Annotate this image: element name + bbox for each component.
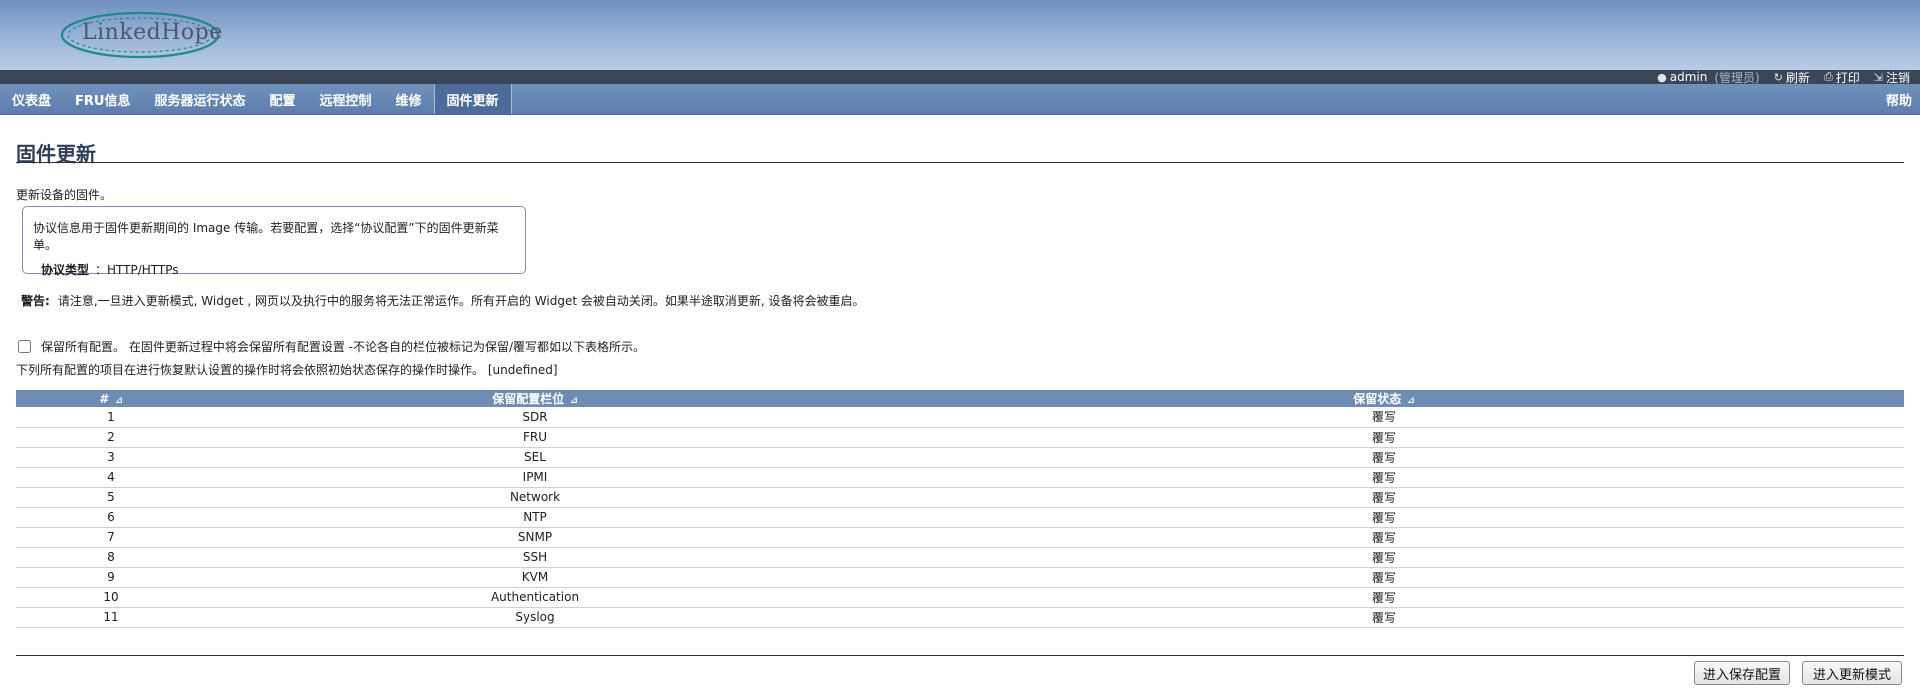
protocol-type-value: ：HTTP/HTTPs xyxy=(95,263,179,277)
col-field-label: 保留配置栏位 xyxy=(492,392,565,406)
logout-label: 注销 xyxy=(1885,70,1910,85)
row-status: 覆写 xyxy=(864,567,1904,588)
row-field: Network xyxy=(206,487,864,508)
logout-link[interactable]: ⇲ 注销 xyxy=(1874,69,1910,86)
row-field: KVM xyxy=(206,567,864,588)
table-row[interactable]: 5 Network 覆写 xyxy=(16,487,1904,508)
row-field: Syslog xyxy=(206,607,864,628)
protocol-type-label: 协议类型 xyxy=(41,263,90,277)
row-status: 覆写 xyxy=(864,547,1904,568)
row-number: 2 xyxy=(16,427,206,448)
row-number: 8 xyxy=(16,547,206,568)
enter-update-mode-button[interactable]: 进入更新模式 xyxy=(1802,661,1902,685)
bottom-divider xyxy=(16,655,1904,656)
table-row[interactable]: 1 SDR 覆写 xyxy=(16,407,1904,428)
tab-configuration[interactable]: 配置 xyxy=(257,84,307,114)
warning-text: 请注意,一旦进入更新模式, Widget , 网页以及执行中的服务将无法正常运作… xyxy=(57,294,865,308)
logo-text: LinkedHope xyxy=(82,20,223,45)
row-field: FRU xyxy=(206,427,864,448)
table-row[interactable]: 6 NTP 覆写 xyxy=(16,507,1904,528)
row-number: 6 xyxy=(16,507,206,528)
row-status: 覆写 xyxy=(864,467,1904,488)
tab-remote-control[interactable]: 远程控制 xyxy=(308,84,384,114)
table-row[interactable]: 8 SSH 覆写 xyxy=(16,547,1904,568)
header-banner: LinkedHope xyxy=(0,0,1920,70)
row-field: SSH xyxy=(206,547,864,568)
protocol-info-box: 协议信息用于固件更新期间的 Image 传输。若要配置，选择“协议配置”下的固件… xyxy=(22,206,526,277)
tab-maintenance[interactable]: 维修 xyxy=(384,84,434,114)
row-status: 覆写 xyxy=(864,507,1904,528)
table-row[interactable]: 9 KVM 覆写 xyxy=(16,567,1904,588)
table-row[interactable]: 11 Syslog 覆写 xyxy=(16,607,1904,628)
preserve-all-label: 保留所有配置。 在固件更新过程中将会保留所有配置设置 -不论各自的栏位被标记为保… xyxy=(41,340,646,354)
preserve-all-checkbox[interactable] xyxy=(18,340,31,353)
tab-dashboard[interactable]: 仪表盘 xyxy=(0,84,63,114)
username: admin xyxy=(1669,70,1708,84)
row-field: IPMI xyxy=(206,467,864,488)
preserve-note: 下列所有配置的项目在进行恢复默认设置的操作时将会依照初始状态保存的操作时操作。 … xyxy=(16,363,558,377)
col-header-status[interactable]: 保留状态 ⊿ xyxy=(864,390,1904,407)
row-field: SDR xyxy=(206,407,864,428)
refresh-icon: ↻ xyxy=(1773,70,1783,84)
table-row[interactable]: 3 SEL 覆写 xyxy=(16,447,1904,468)
sort-icon: ⊿ xyxy=(115,395,123,406)
user-info: ● admin (管理员) xyxy=(1657,69,1760,86)
row-status: 覆写 xyxy=(864,427,1904,448)
tab-fru-info[interactable]: FRU信息 xyxy=(63,84,142,114)
row-field: Authentication xyxy=(206,587,864,608)
user-role: (管理员) xyxy=(1714,70,1760,85)
user-toolbar: ● admin (管理员) ↻ 刷新 ⎙ 打印 ⇲ 注销 xyxy=(1657,69,1910,86)
protocol-type-row: 协议类型 ：HTTP/HTTPs xyxy=(33,261,515,278)
protocol-info-text: 协议信息用于固件更新期间的 Image 传输。若要配置，选择“协议配置”下的固件… xyxy=(33,221,499,252)
sort-icon: ⊿ xyxy=(570,396,578,406)
row-status: 覆写 xyxy=(864,407,1904,428)
row-status: 覆写 xyxy=(864,487,1904,508)
print-icon: ⎙ xyxy=(1823,70,1833,83)
status-strip xyxy=(0,70,1920,84)
col-header-number[interactable]: # ⊿ xyxy=(16,390,206,407)
row-number: 7 xyxy=(16,527,206,548)
table-row[interactable]: 7 SNMP 覆写 xyxy=(16,527,1904,548)
row-number: 11 xyxy=(16,607,206,628)
col-status-label: 保留状态 xyxy=(1353,392,1402,406)
sort-icon: ⊿ xyxy=(1407,396,1415,406)
print-label: 打印 xyxy=(1835,70,1860,85)
main-nav: 仪表盘 FRU信息 服务器运行状态 配置 远程控制 维修 固件更新 帮助 xyxy=(0,84,1920,115)
table-row[interactable]: 10 Authentication 覆写 xyxy=(16,587,1904,608)
refresh-link[interactable]: ↻ 刷新 xyxy=(1774,69,1810,86)
table-row[interactable]: 2 FRU 覆写 xyxy=(16,427,1904,448)
row-number: 9 xyxy=(16,567,206,588)
logout-icon: ⇲ xyxy=(1873,70,1883,84)
col-number-label: # xyxy=(99,391,110,406)
title-divider xyxy=(16,162,1904,163)
page-description: 更新设备的固件。 xyxy=(16,188,113,202)
row-field: NTP xyxy=(206,507,864,528)
col-header-field[interactable]: 保留配置栏位 ⊿ xyxy=(206,390,864,407)
preserve-all-row: 保留所有配置。 在固件更新过程中将会保留所有配置设置 -不论各自的栏位被标记为保… xyxy=(18,338,645,355)
print-link[interactable]: ⎙ 打印 xyxy=(1824,69,1860,86)
row-number: 5 xyxy=(16,487,206,508)
tab-server-health[interactable]: 服务器运行状态 xyxy=(142,84,257,114)
table-header-row: # ⊿ 保留配置栏位 ⊿ 保留状态 ⊿ xyxy=(16,390,1904,407)
row-number: 3 xyxy=(16,447,206,468)
row-status: 覆写 xyxy=(864,607,1904,628)
tab-firmware-update[interactable]: 固件更新 xyxy=(433,84,512,114)
warning-label: 警告: xyxy=(21,294,50,308)
help-link[interactable]: 帮助 xyxy=(1874,84,1920,114)
row-field: SNMP xyxy=(206,527,864,548)
row-number: 4 xyxy=(16,467,206,488)
warning-message: 警告: 请注意,一旦进入更新模式, Widget , 网页以及执行中的服务将无法正… xyxy=(21,292,864,309)
row-number: 1 xyxy=(16,407,206,428)
table-row[interactable]: 4 IPMI 覆写 xyxy=(16,467,1904,488)
row-status: 覆写 xyxy=(864,447,1904,468)
row-status: 覆写 xyxy=(864,527,1904,548)
row-number: 10 xyxy=(16,587,206,608)
refresh-label: 刷新 xyxy=(1785,70,1810,85)
row-field: SEL xyxy=(206,447,864,468)
user-icon: ● xyxy=(1657,70,1667,84)
linkedhope-logo: LinkedHope xyxy=(60,8,225,62)
enter-save-config-button[interactable]: 进入保存配置 xyxy=(1694,661,1790,685)
preserve-config-table: # ⊿ 保留配置栏位 ⊿ 保留状态 ⊿ 1 SDR 覆写 2 FRU 覆写 3 SEL 覆写 4I… xyxy=(16,390,1904,628)
row-status: 覆写 xyxy=(864,587,1904,608)
